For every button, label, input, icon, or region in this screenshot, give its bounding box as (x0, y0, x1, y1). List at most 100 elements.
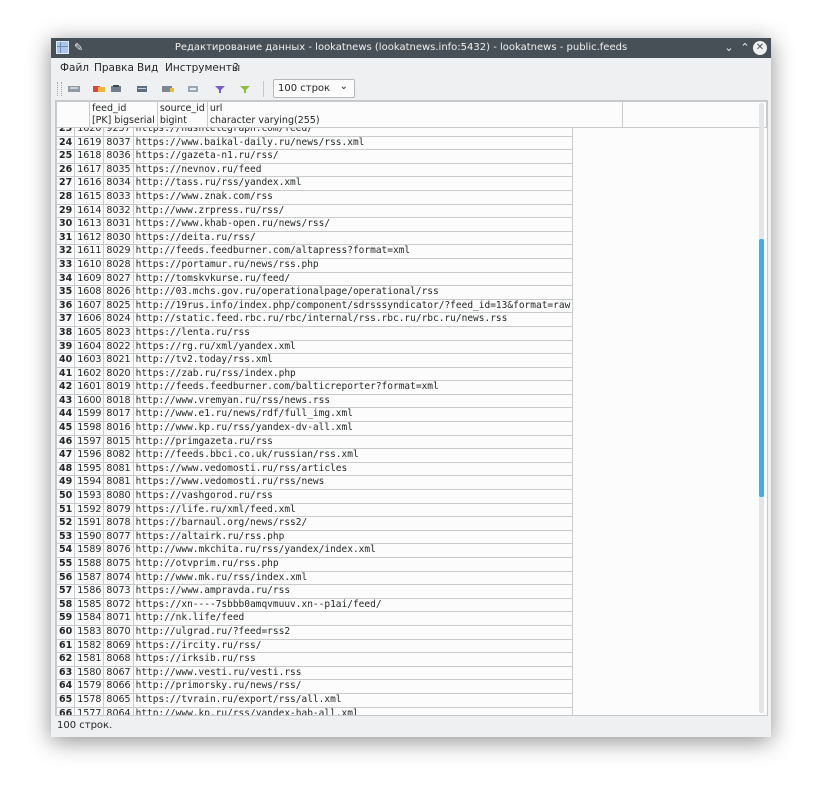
pin-icon[interactable]: ✎ (74, 40, 90, 56)
table-row[interactable]: 49 1594 8081 https://www.vedomosti.ru/rss/n… (56, 475, 574, 491)
row-number[interactable]: 40 (56, 353, 76, 368)
cell-source-id[interactable]: 8081 (103, 475, 134, 491)
cell-source-id[interactable]: 8068 (103, 652, 134, 667)
app-table-icon[interactable] (56, 41, 69, 54)
minimize-icon[interactable]: ⌄ (721, 40, 737, 56)
cell-source-id[interactable]: 8017 (103, 407, 134, 423)
cell-url[interactable]: http://ulgrad.ru/?feed=rss2 (132, 624, 574, 640)
menu-edit[interactable]: Правка (94, 62, 134, 74)
table-row[interactable]: 66 1577 8064 http://www.kp.ru/rss/yandex-ha… (56, 706, 574, 715)
cell-url[interactable]: http://www.vremyan.ru/rss/news.rss (132, 393, 574, 409)
cell-source-id[interactable]: 8067 (103, 665, 134, 681)
cell-source-id[interactable]: 8028 (103, 257, 134, 273)
cell-feed-id[interactable]: 1620 (74, 128, 105, 137)
row-number[interactable]: 42 (56, 380, 76, 395)
cell-feed-id[interactable]: 1613 (74, 217, 105, 232)
cell-source-id[interactable]: 8034 (103, 176, 134, 191)
cell-source-id[interactable]: 8065 (103, 692, 134, 708)
cell-feed-id[interactable]: 1585 (74, 597, 105, 613)
close-icon[interactable]: ✕ (753, 41, 767, 55)
menu-help[interactable]: ? (233, 62, 239, 74)
cell-feed-id[interactable]: 1604 (74, 339, 105, 355)
cell-source-id[interactable]: 8072 (103, 597, 134, 613)
cell-feed-id[interactable]: 1590 (74, 529, 105, 545)
data-grid[interactable]: feed_id [PK] bigserial source_id bigint ur… (55, 100, 768, 716)
cell-source-id[interactable]: 8023 (103, 325, 134, 341)
cell-source-id[interactable]: 8076 (103, 543, 134, 558)
cell-url[interactable]: http://www.e1.ru/news/rdf/full_img.xml (132, 407, 574, 423)
table-row[interactable]: 61 1582 8069 https://ircity.ru/rss/ (56, 638, 574, 654)
cell-url[interactable]: http://primorsky.ru/news/rss/ (132, 679, 574, 694)
cell-url[interactable]: https://nashtelegraph.com/feed/ (132, 128, 574, 137)
table-row[interactable]: 57 1586 8073 https://www.ampravda.ru/rss (56, 584, 574, 599)
table-row[interactable]: 39 1604 8022 https://rg.ru/xml/yandex.xml (56, 339, 574, 355)
cell-url[interactable]: http://tass.ru/rss/yandex.xml (132, 176, 574, 191)
filter-icon[interactable] (213, 82, 227, 96)
table-row[interactable]: 40 1603 8021 http://tv2.today/rss.xml (56, 353, 574, 368)
cell-source-id[interactable]: 8071 (103, 611, 134, 626)
cell-source-id[interactable]: 9237 (103, 128, 134, 137)
cell-url[interactable]: http://primgazeta.ru/rss (132, 434, 574, 450)
table-row[interactable]: 52 1591 8078 https://barnaul.org/news/rss2/ (56, 516, 574, 531)
row-number[interactable]: 32 (56, 244, 76, 259)
cell-source-id[interactable]: 8079 (103, 502, 134, 518)
cell-source-id[interactable]: 8020 (103, 366, 134, 382)
row-number[interactable]: 48 (56, 461, 76, 477)
cell-feed-id[interactable]: 1578 (74, 692, 105, 708)
cell-url[interactable]: https://www.vedomosti.ru/rss/articles (132, 461, 574, 477)
row-number[interactable]: 46 (56, 434, 76, 450)
cell-url[interactable]: http://19rus.info/index.php/component/sd… (132, 298, 574, 314)
cell-feed-id[interactable]: 1605 (74, 325, 105, 341)
cell-url[interactable]: https://zab.ru/rss/index.php (132, 366, 574, 382)
cell-url[interactable]: https://www.vedomosti.ru/rss/news (132, 475, 574, 491)
toolbar-grip[interactable] (57, 82, 62, 96)
cell-source-id[interactable]: 8030 (103, 230, 134, 246)
scrollbar-thumb[interactable] (759, 239, 764, 497)
cell-feed-id[interactable]: 1582 (74, 638, 105, 654)
table-row[interactable]: 50 1593 8080 https://vashgorod.ru/rss (56, 489, 574, 504)
row-number[interactable]: 61 (56, 638, 76, 654)
cell-url[interactable]: https://www.ampravda.ru/rss (132, 584, 574, 599)
cell-feed-id[interactable]: 1580 (74, 665, 105, 681)
table-row[interactable]: 51 1592 8079 https://life.ru/xml/feed.xml (56, 502, 574, 518)
cell-source-id[interactable]: 8026 (103, 285, 134, 300)
row-number[interactable]: 52 (56, 516, 76, 531)
cell-url[interactable]: http://www.kp.ru/rss/yandex-hab-all.xml (132, 706, 574, 715)
cell-source-id[interactable]: 8080 (103, 489, 134, 504)
cell-source-id[interactable]: 8035 (103, 162, 134, 178)
cell-feed-id[interactable]: 1588 (74, 557, 105, 572)
row-number[interactable]: 45 (56, 421, 76, 436)
row-number[interactable]: 55 (56, 557, 76, 572)
table-row[interactable]: 35 1608 8026 http://03.mchs.gov.ru/operatio… (56, 285, 574, 300)
row-number[interactable]: 31 (56, 230, 76, 246)
row-number[interactable]: 59 (56, 611, 76, 626)
cell-url[interactable]: https://tvrain.ru/export/rss/all.xml (132, 692, 574, 708)
cell-source-id[interactable]: 8015 (103, 434, 134, 450)
cell-feed-id[interactable]: 1619 (74, 135, 105, 151)
cell-feed-id[interactable]: 1606 (74, 312, 105, 327)
cell-feed-id[interactable]: 1597 (74, 434, 105, 450)
cell-feed-id[interactable]: 1583 (74, 624, 105, 640)
cell-feed-id[interactable]: 1596 (74, 448, 105, 463)
table-row[interactable]: 27 1616 8034 http://tass.ru/rss/yandex.xml (56, 176, 574, 191)
cell-feed-id[interactable]: 1617 (74, 162, 105, 178)
cell-url[interactable]: http://tomskvkurse.ru/feed/ (132, 271, 574, 287)
cell-url[interactable]: https://www.znak.com/rss (132, 189, 574, 205)
menu-file[interactable]: Файл (60, 62, 89, 74)
row-number[interactable]: 24 (56, 135, 76, 151)
table-row[interactable]: 46 1597 8015 http://primgazeta.ru/rss (56, 434, 574, 450)
cell-feed-id[interactable]: 1616 (74, 176, 105, 191)
cell-source-id[interactable]: 8064 (103, 706, 134, 715)
menu-view[interactable]: Вид (137, 62, 158, 74)
cell-feed-id[interactable]: 1593 (74, 489, 105, 504)
row-number[interactable]: 26 (56, 162, 76, 178)
row-number[interactable]: 39 (56, 339, 76, 355)
table-row[interactable]: 31 1612 8030 https://deita.ru/rss/ (56, 230, 574, 246)
cell-feed-id[interactable]: 1600 (74, 393, 105, 409)
cell-feed-id[interactable]: 1618 (74, 149, 105, 164)
cell-feed-id[interactable]: 1595 (74, 461, 105, 477)
cell-source-id[interactable]: 8027 (103, 271, 134, 287)
cell-source-id[interactable]: 8021 (103, 353, 134, 368)
cell-url[interactable]: https://www.khab-open.ru/news/rss/ (132, 217, 574, 232)
cell-feed-id[interactable]: 1598 (74, 421, 105, 436)
